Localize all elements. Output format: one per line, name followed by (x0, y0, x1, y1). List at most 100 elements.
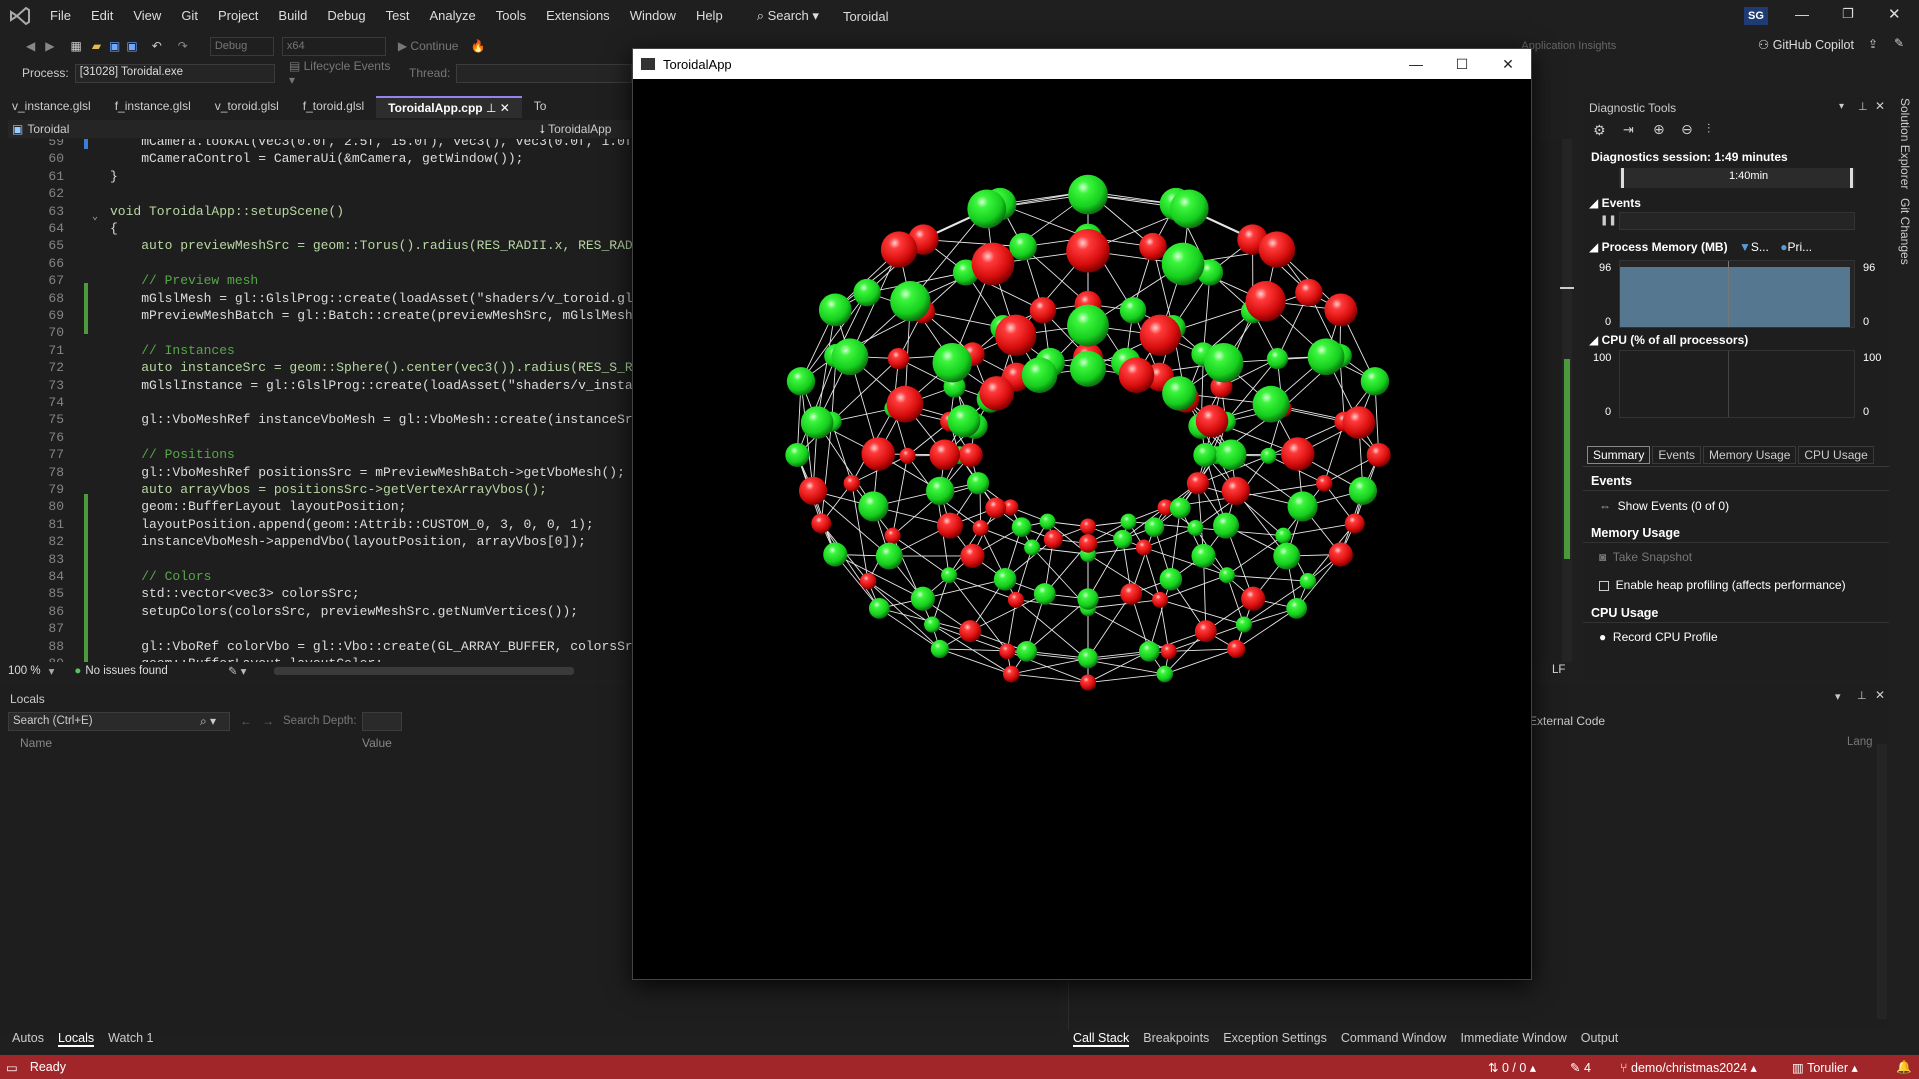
menu-item-build[interactable]: Build (268, 0, 317, 32)
menu-item-tools[interactable]: Tools (486, 0, 536, 32)
thread-select[interactable] (456, 63, 632, 83)
menu-item-git[interactable]: Git (171, 0, 208, 32)
pause-icon[interactable]: ❚❚ (1600, 215, 1617, 226)
document-tab[interactable]: To (522, 96, 559, 118)
zoom-level[interactable]: 100 % (8, 665, 41, 677)
tool-tab[interactable]: Exception Settings (1223, 1031, 1327, 1047)
code-line[interactable]: 71 // Instances (0, 342, 632, 359)
checkbox-box[interactable] (1599, 580, 1609, 591)
panel-options-icon[interactable]: ▾ (1839, 101, 1844, 112)
menu-item-help[interactable]: Help (686, 0, 733, 32)
line-ending[interactable]: LF (1552, 664, 1565, 676)
code-line[interactable]: 64 { (0, 220, 632, 237)
document-tab[interactable]: f_instance.glsl (103, 96, 203, 118)
reset-view-icon[interactable]: ⫶ (1707, 121, 1710, 137)
code-line[interactable]: 82 instanceVboMesh->appendVbo(layoutPosi… (0, 533, 632, 550)
diagnostic-subtab[interactable]: Memory Usage (1703, 446, 1797, 464)
zoom-dropdown-icon[interactable]: ▾ (49, 664, 55, 678)
panel-options-icon[interactable]: ▾ (1835, 690, 1841, 703)
platform-select[interactable]: x64 (281, 36, 386, 56)
code-line[interactable]: 72 auto instanceSrc = geom::Sphere().cen… (0, 359, 632, 376)
maximize-icon[interactable]: ☐ (1439, 49, 1485, 79)
cpu-graph[interactable] (1619, 350, 1855, 418)
share-icon[interactable]: ⇪ (1868, 37, 1878, 51)
notifications-icon[interactable]: 🔔 (1896, 1060, 1912, 1075)
restore-icon[interactable]: ❐ (1842, 6, 1854, 22)
code-line[interactable]: 74 (0, 394, 632, 411)
user-avatar[interactable]: SG (1744, 7, 1768, 25)
code-line[interactable]: 88 gl::VboRef colorVbo = gl::Vbo::create… (0, 638, 632, 655)
search-depth-select[interactable] (362, 712, 402, 731)
tool-tab[interactable]: Breakpoints (1143, 1031, 1209, 1047)
code-line[interactable]: 76 (0, 429, 632, 446)
branch-status[interactable]: ⑂ demo/christmas2024 ▴ (1620, 1060, 1757, 1075)
search-button[interactable]: ⌕ Search ▾ (747, 8, 829, 24)
code-line[interactable]: 79 auto arrayVbos = positionsSrc->getVer… (0, 481, 632, 498)
locals-search-input[interactable]: Search (Ctrl+E) (8, 712, 230, 731)
tab-pin-close-icon[interactable]: ⊥ ✕ (483, 101, 510, 115)
tool-tab[interactable]: Immediate Window (1460, 1031, 1566, 1047)
continue-button[interactable]: ▶ Continue (398, 39, 459, 53)
memory-graph[interactable] (1619, 260, 1855, 328)
app-titlebar[interactable]: ToroidalApp — ☐ ✕ (633, 49, 1531, 79)
new-project-icon[interactable]: ▦ (70, 39, 81, 53)
code-line[interactable]: 78 gl::VboMeshRef positionsSrc = mPrevie… (0, 464, 632, 481)
tool-tab[interactable]: Locals (57, 1031, 95, 1047)
menu-item-test[interactable]: Test (376, 0, 420, 32)
show-events-link[interactable]: ⇔ Show Events (0 of 0) (1599, 499, 1729, 513)
take-snapshot-button[interactable]: ◙ Take Snapshot (1599, 550, 1692, 564)
code-line[interactable]: 61} (0, 168, 632, 185)
heap-profiling-checkbox[interactable]: Enable heap profiling (affects performan… (1599, 578, 1846, 592)
code-line[interactable]: 60 mCameraControl = CameraUi(&mCamera, g… (0, 150, 632, 167)
feedback-icon[interactable]: ✎ (1894, 36, 1904, 50)
document-tab[interactable]: f_toroid.glsl (291, 96, 376, 118)
project-dropdown[interactable]: Toroidal (27, 122, 539, 136)
panel-close-icon[interactable]: ✕ (1875, 99, 1885, 113)
menu-item-view[interactable]: View (123, 0, 171, 32)
code-line[interactable]: 89 geom::BufferLayout layoutColor; (0, 655, 632, 662)
back-arrow-icon[interactable]: ← (240, 714, 252, 728)
application-insights-button[interactable]: Application Insights (1521, 40, 1616, 52)
pin-icon[interactable]: ⊥ (1857, 689, 1867, 702)
render-viewport[interactable] (633, 79, 1531, 979)
visual-studio-logo-icon[interactable] (0, 0, 40, 32)
save-icon[interactable]: ▣ (109, 39, 120, 53)
lifecycle-events-button[interactable]: ▤ Lifecycle Events ▾ (289, 59, 397, 87)
tool-tab[interactable]: Autos (12, 1031, 44, 1047)
menu-item-project[interactable]: Project (208, 0, 268, 32)
code-line[interactable]: 62 (0, 185, 632, 202)
code-line[interactable]: 85 std::vector<vec3> colorsSrc; (0, 585, 632, 602)
close-icon[interactable]: ✕ (1485, 49, 1531, 79)
code-line[interactable]: 59 mCamera.lookAt(vec3(0.0f, 2.5f, 15.0f… (0, 139, 632, 150)
code-editor[interactable]: ⌄ 59 mCamera.lookAt(vec3(0.0f, 2.5f, 15.… (0, 139, 632, 662)
save-all-icon[interactable]: ▣ (126, 39, 137, 53)
code-line[interactable]: 63 void ToroidalApp::setupScene() (0, 203, 632, 220)
timeline-start-handle[interactable] (1621, 168, 1624, 188)
menu-item-debug[interactable]: Debug (317, 0, 375, 32)
open-file-icon[interactable]: ▰ (92, 39, 101, 53)
changes-status[interactable]: ✎ 4 (1570, 1060, 1591, 1075)
hot-reload-icon[interactable]: 🔥 (470, 39, 485, 53)
sync-status[interactable]: ⇅ 0 / 0 ▴ (1488, 1060, 1536, 1075)
toroidal-app-window[interactable]: ToroidalApp — ☐ ✕ (632, 48, 1532, 980)
menu-item-window[interactable]: Window (620, 0, 686, 32)
brush-icon[interactable]: ✎ ▾ (228, 664, 247, 678)
code-line[interactable]: 87 (0, 620, 632, 637)
record-cpu-button[interactable]: ● Record CPU Profile (1599, 630, 1718, 644)
code-line[interactable]: 84 // Colors (0, 568, 632, 585)
menu-item-edit[interactable]: Edit (81, 0, 123, 32)
code-line[interactable]: 66 (0, 255, 632, 272)
callstack-scrollbar[interactable] (1877, 744, 1887, 1019)
code-line[interactable]: 67 // Preview mesh (0, 272, 632, 289)
config-select[interactable]: Debug (209, 36, 274, 56)
zoom-out-icon[interactable]: ⊖ (1681, 121, 1693, 138)
minimize-icon[interactable]: — (1393, 49, 1439, 79)
close-icon[interactable]: ✕ (1888, 5, 1901, 23)
timeline-end-handle[interactable] (1850, 168, 1853, 188)
code-line[interactable]: 75 gl::VboMeshRef instanceVboMesh = gl::… (0, 411, 632, 428)
menu-item-file[interactable]: File (40, 0, 81, 32)
column-value[interactable]: Value (362, 736, 392, 750)
document-tab[interactable]: v_toroid.glsl (203, 96, 291, 118)
forward-arrow-icon[interactable]: → (262, 714, 274, 728)
export-icon[interactable]: ⇥ (1623, 122, 1634, 138)
